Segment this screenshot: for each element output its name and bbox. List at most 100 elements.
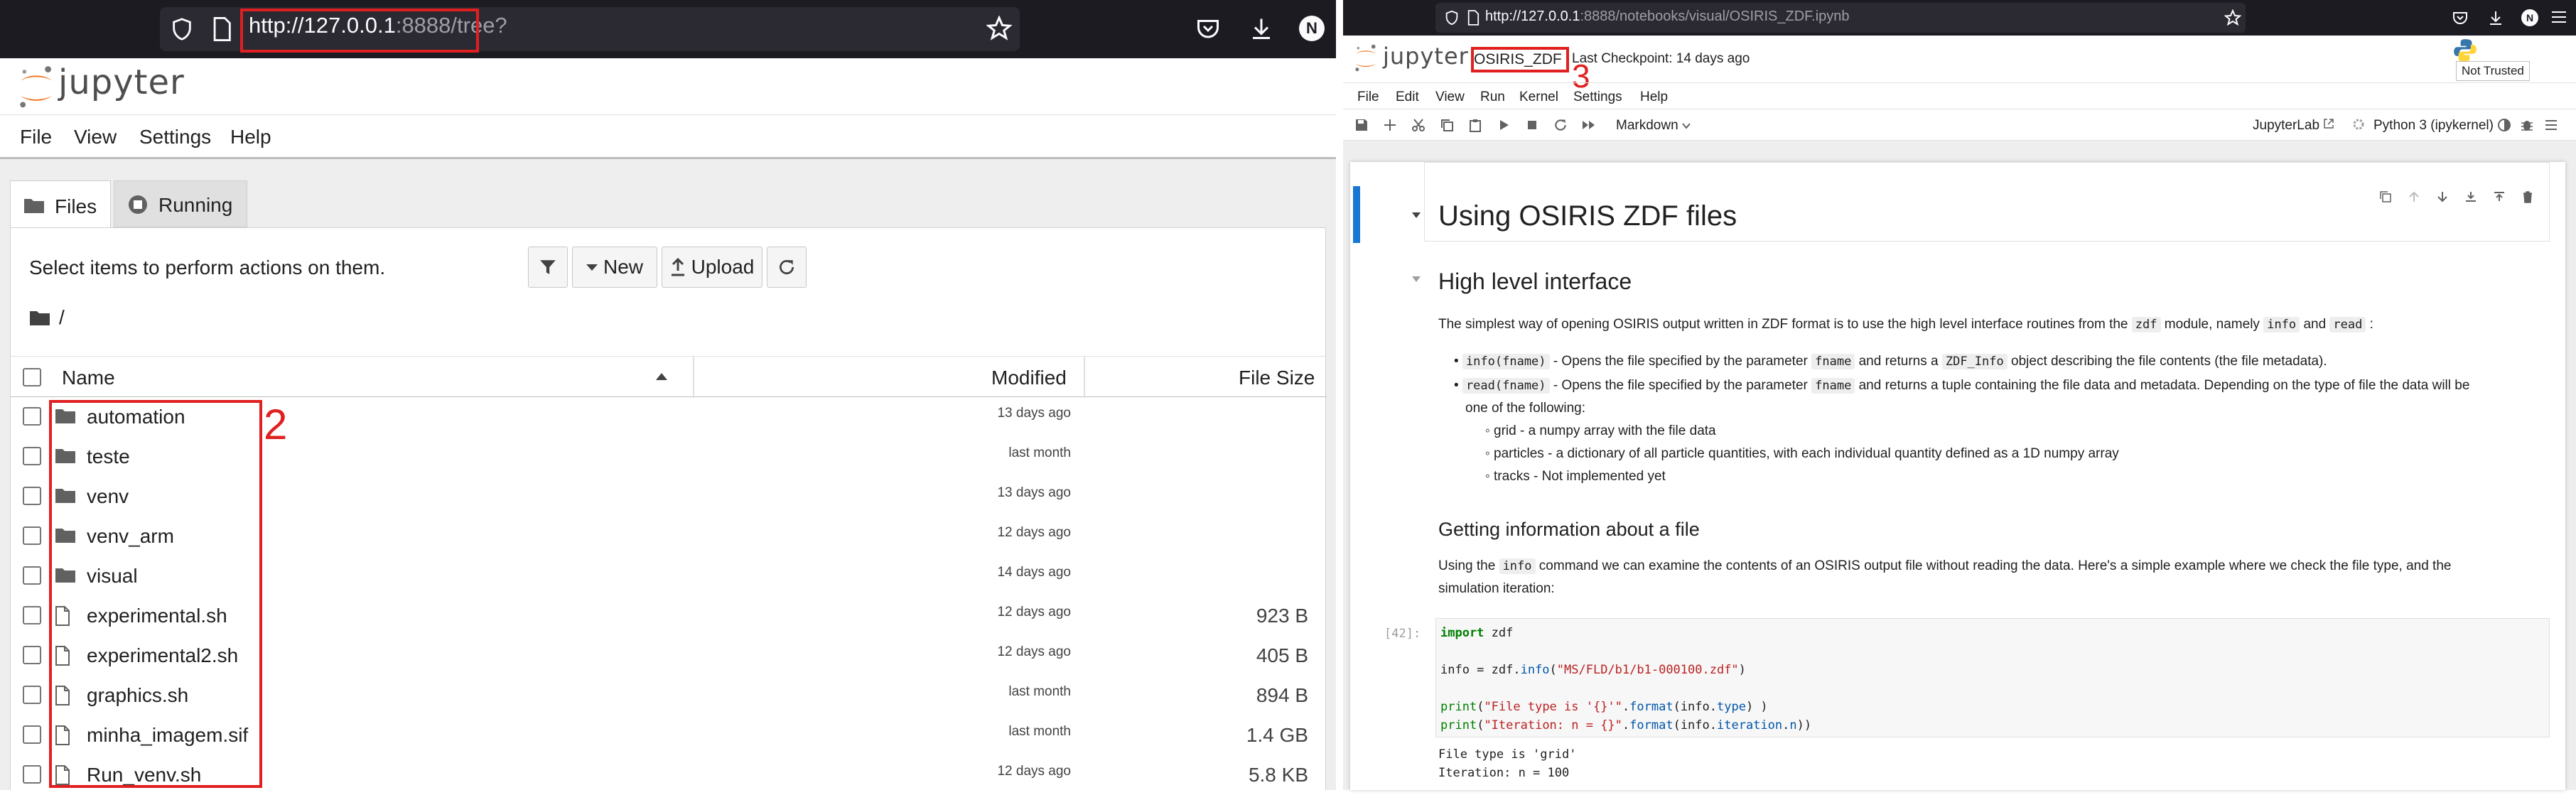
refresh-button[interactable]	[767, 247, 807, 288]
row-checkbox[interactable]	[23, 447, 41, 465]
save-icon[interactable]	[1354, 118, 1369, 132]
code-line: print("File type is '{}'".format(info.ty…	[1440, 700, 1768, 714]
active-cell-indicator	[1353, 186, 1360, 243]
gear-icon[interactable]	[2352, 118, 2365, 131]
list-icon[interactable]	[2544, 118, 2558, 132]
menu-file[interactable]: File	[20, 126, 52, 148]
annotation-box-1	[240, 9, 479, 53]
sort-ascending-icon[interactable]	[656, 372, 667, 381]
download-icon[interactable]	[2487, 9, 2504, 26]
heading-h3: Getting information about a file	[1438, 519, 1700, 540]
menu-file[interactable]: File	[1357, 90, 1379, 105]
url-text[interactable]: http://127.0.0.1:8888/notebooks/visual/O…	[1485, 9, 1850, 25]
collapse-heading-icon[interactable]	[1411, 212, 1421, 219]
row-checkbox[interactable]	[23, 566, 41, 585]
file-browser-area: Files Running Select items to perform ac…	[0, 159, 1336, 790]
new-button[interactable]: New	[572, 247, 657, 288]
insert-above-icon[interactable]	[2464, 190, 2477, 203]
menu-settings[interactable]: Settings	[139, 126, 211, 148]
menu-view[interactable]: View	[1435, 90, 1465, 105]
right-browser-window: http://127.0.0.1:8888/notebooks/visual/O…	[1343, 0, 2576, 790]
column-file-size[interactable]: File Size	[1239, 367, 1315, 389]
bookmark-star-icon[interactable]	[2224, 9, 2241, 26]
bookmark-star-icon[interactable]	[986, 16, 1012, 41]
file-modified: last month	[1008, 724, 1071, 739]
upload-button[interactable]: Upload	[662, 247, 762, 288]
collapse-heading-icon[interactable]	[1411, 276, 1421, 283]
move-down-icon[interactable]	[2436, 190, 2449, 203]
tab-running[interactable]: Running	[114, 180, 247, 227]
tab-files[interactable]: Files	[10, 180, 111, 230]
run-icon[interactable]	[1497, 118, 1511, 132]
paste-icon[interactable]	[1468, 118, 1482, 132]
pocket-icon[interactable]	[1195, 16, 1221, 41]
row-checkbox[interactable]	[23, 526, 41, 545]
duplicate-icon[interactable]	[2379, 190, 2392, 203]
bug-icon[interactable]	[2520, 118, 2534, 132]
shield-icon[interactable]	[1444, 10, 1460, 26]
list-item: • read(fname) - Opens the file specified…	[1454, 378, 2470, 394]
page-icon[interactable]	[1467, 10, 1480, 26]
restart-icon[interactable]	[1553, 118, 1568, 132]
menu-kernel[interactable]: Kernel	[1519, 90, 1558, 105]
add-cell-icon[interactable]	[1383, 118, 1397, 132]
jupyter-logo-icon[interactable]	[1353, 44, 1379, 72]
column-divider[interactable]	[1084, 357, 1085, 398]
menu-view[interactable]: View	[74, 126, 117, 148]
notebook-body: Using OSIRIS ZDF files High level interf…	[1343, 141, 2576, 790]
menu-help[interactable]: Help	[1640, 90, 1668, 105]
trust-status[interactable]: Not Trusted	[2456, 61, 2530, 81]
selection-hint: Select items to perform actions on them.	[29, 256, 386, 278]
row-checkbox[interactable]	[23, 646, 41, 664]
code-line: info = zdf.info("MS/FLD/b1/b1-000100.zdf…	[1440, 663, 1746, 677]
profile-avatar[interactable]: N	[1299, 16, 1325, 41]
shield-icon[interactable]	[170, 17, 194, 41]
cell-type-value: Markdown	[1616, 118, 1678, 133]
jupyter-wordmark[interactable]: jupyter	[58, 63, 185, 102]
menu-help[interactable]: Help	[230, 126, 271, 148]
column-name[interactable]: Name	[62, 367, 115, 389]
heading-h1: Using OSIRIS ZDF files	[1438, 200, 1737, 232]
row-checkbox[interactable]	[23, 725, 41, 744]
page-icon[interactable]	[211, 17, 232, 41]
column-divider[interactable]	[693, 357, 694, 398]
select-all-checkbox[interactable]	[23, 368, 41, 386]
insert-below-icon[interactable]	[2493, 190, 2506, 203]
menu-run[interactable]: Run	[1480, 90, 1505, 105]
file-modified: 12 days ago	[997, 644, 1071, 659]
row-checkbox[interactable]	[23, 606, 41, 624]
row-checkbox[interactable]	[23, 765, 41, 784]
move-up-icon[interactable]	[2408, 190, 2420, 203]
cell-type-select[interactable]: Markdown	[1616, 118, 1691, 134]
info-paragraph-continuation: simulation iteration:	[1438, 581, 1555, 596]
jupyter-logo-icon[interactable]	[16, 65, 57, 109]
pocket-icon[interactable]	[2452, 9, 2469, 26]
breadcrumb-folder-icon[interactable]	[29, 309, 50, 326]
breadcrumb[interactable]: /	[59, 306, 65, 329]
menu-settings[interactable]: Settings	[1573, 90, 1622, 105]
filter-button[interactable]	[528, 247, 568, 288]
menu-hamburger-icon[interactable]	[2551, 10, 2567, 24]
copy-icon[interactable]	[1440, 118, 1454, 132]
row-checkbox[interactable]	[23, 407, 41, 426]
fast-forward-icon[interactable]	[1582, 118, 1596, 132]
sub-list-item: ◦ grid - a numpy array with the file dat…	[1485, 423, 1716, 438]
filter-icon	[540, 260, 556, 274]
row-checkbox[interactable]	[23, 686, 41, 704]
column-modified[interactable]: Modified	[991, 367, 1067, 389]
row-checkbox[interactable]	[23, 487, 41, 505]
file-modified: 13 days ago	[997, 406, 1071, 421]
download-icon[interactable]	[1249, 16, 1274, 41]
stop-icon[interactable]	[1525, 118, 1539, 132]
notebook-toolbar: Markdown JupyterLab Python 3 (ipykernel)	[1343, 109, 2576, 141]
kernel-name[interactable]: Python 3 (ipykernel)	[2373, 118, 2494, 134]
file-modified: 14 days ago	[997, 565, 1071, 580]
code-cell[interactable]: import zdf info = zdf.info("MS/FLD/b1/b1…	[1435, 618, 2550, 737]
delete-icon[interactable]	[2521, 190, 2534, 203]
menu-edit[interactable]: Edit	[1396, 90, 1419, 105]
caret-down-icon	[586, 264, 598, 271]
profile-avatar[interactable]: N	[2521, 9, 2538, 26]
cut-icon[interactable]	[1411, 118, 1426, 132]
open-jupyterlab-link[interactable]: JupyterLab	[2253, 118, 2334, 134]
jupyter-wordmark[interactable]: jupyter	[1383, 43, 1469, 70]
